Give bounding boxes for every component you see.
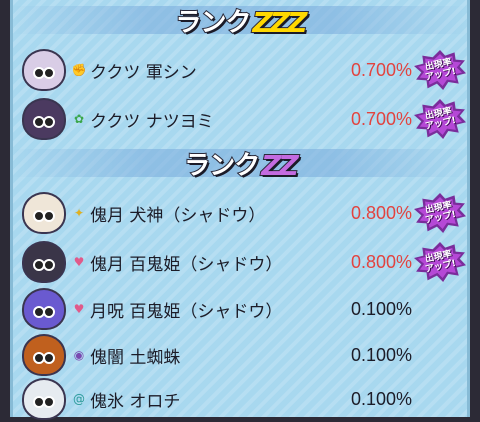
yokai-name: 傀月 百鬼姫（シャドウ） <box>90 254 283 275</box>
rate-up-badge: 出現率 アップ! <box>414 50 466 90</box>
rank-header-zz: ランク ZZ <box>0 143 480 183</box>
yokai-avatar <box>22 98 66 140</box>
fist-icon: ✊ <box>71 63 87 77</box>
list-item[interactable]: @ 傀氷 オロチ 0.100% <box>22 376 412 422</box>
drop-rate: 0.100% <box>350 298 412 319</box>
yokai-name: 月呪 百鬼姫（シャドウ） <box>90 301 283 322</box>
rank-label: ランク <box>175 7 253 39</box>
left-margin <box>0 0 10 417</box>
drop-rate: 0.800% <box>350 251 412 272</box>
yokai-name: 傀闇 土蜘蛛 <box>90 347 181 368</box>
list-item[interactable]: ♥ 傀月 百鬼姫（シャドウ） 0.800% <box>22 239 412 285</box>
list-item[interactable]: ✿ ククツ ナツヨミ 0.700% <box>22 96 412 142</box>
yokai-name: ククツ 軍シン <box>90 62 197 83</box>
rank-label: ランク <box>183 150 261 182</box>
swirl-icon: @ <box>73 392 85 406</box>
rank-letters: ZZZ <box>252 5 309 40</box>
avatar-eye <box>43 352 55 364</box>
yokai-avatar <box>22 241 66 283</box>
heart-icon: ♥ <box>73 255 85 269</box>
drop-rate: 0.700% <box>350 59 412 80</box>
drop-rate: 0.800% <box>350 202 412 223</box>
rank-header-zzz: ランク ZZZ <box>0 0 480 40</box>
heart-icon: ♥ <box>73 302 85 316</box>
rate-up-badge: 出現率 アップ! <box>414 99 466 139</box>
list-item[interactable]: ✦ 傀月 犬神（シャドウ） 0.800% <box>22 190 412 236</box>
drop-rate: 0.700% <box>350 108 412 129</box>
eye-icon: ◉ <box>73 348 85 362</box>
avatar-eye <box>43 67 55 79</box>
avatar-eye <box>43 306 55 318</box>
yokai-avatar <box>22 49 66 91</box>
avatar-eye <box>43 116 55 128</box>
yokai-avatar <box>22 378 66 420</box>
yokai-name: 傀氷 オロチ <box>90 391 181 412</box>
yokai-avatar <box>22 192 66 234</box>
rate-up-badge: 出現率 アップ! <box>414 242 466 282</box>
yokai-avatar <box>22 334 66 376</box>
rate-up-badge: 出現率 アップ! <box>414 193 466 233</box>
list-item[interactable]: ◉ 傀闇 土蜘蛛 0.100% <box>22 332 412 378</box>
rank-letters: ZZ <box>260 148 300 183</box>
yokai-name: 傀月 犬神（シャドウ） <box>90 205 266 226</box>
avatar-eye <box>43 396 55 408</box>
list-item[interactable]: ♥ 月呪 百鬼姫（シャドウ） 0.100% <box>22 286 412 332</box>
yokai-name: ククツ ナツヨミ <box>90 111 214 132</box>
avatar-eye <box>43 210 55 222</box>
list-item[interactable]: ✊ ククツ 軍シン 0.700% <box>22 47 412 93</box>
clover-icon: ✿ <box>73 112 85 126</box>
yokai-avatar <box>22 288 66 330</box>
avatar-eye <box>43 259 55 271</box>
bulb-icon: ✦ <box>73 206 85 220</box>
drop-rate: 0.100% <box>350 388 412 409</box>
right-margin <box>470 0 480 417</box>
drop-rate: 0.100% <box>350 344 412 365</box>
